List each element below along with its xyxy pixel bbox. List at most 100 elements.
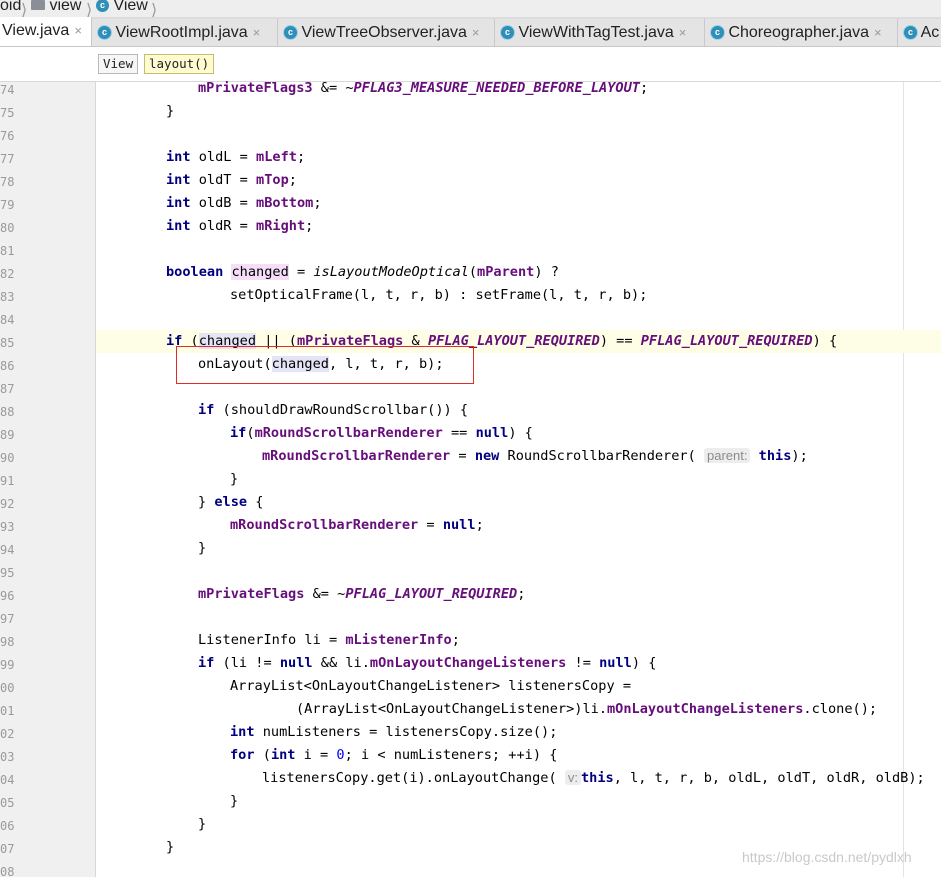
code-line-75: } (166, 103, 175, 119)
chevron-right-icon: ⟩ (151, 2, 158, 17)
tab-view-java[interactable]: View.java × (0, 17, 92, 46)
watermark: https://blog.csdn.net/pydlxh (742, 849, 912, 865)
chevron-right-icon: ⟩ (21, 2, 28, 17)
code-line-106: } (198, 816, 207, 832)
breadcrumb-label: View (113, 0, 148, 14)
class-icon: c (284, 26, 297, 40)
code-line-91: } (230, 471, 239, 487)
close-icon[interactable]: × (74, 23, 82, 38)
code-line-93: mRoundScrollbarRenderer = null; (230, 517, 484, 533)
breadcrumb-item-package[interactable]: oid (0, 0, 21, 15)
code-line-100: ArrayList<OnLayoutChangeListener> listen… (230, 678, 632, 694)
tab-label: View.java (2, 22, 70, 39)
code-line-96: mPrivateFlags &= ~PFLAG_LAYOUT_REQUIRED; (198, 586, 526, 602)
line-number: 75 (0, 106, 15, 120)
tab-label: Ac (920, 24, 940, 41)
class-icon: c (904, 26, 917, 40)
line-number: 81 (0, 244, 15, 258)
line-number: 92 (0, 497, 15, 511)
navigation-breadcrumb: oid ⟩ view ⟩ c View ⟩ (0, 0, 941, 17)
line-number: 94 (0, 543, 15, 557)
parameter-hint: v: (564, 770, 581, 785)
tab-label: Choreographer.java (728, 24, 869, 41)
tab-label: ViewTreeObserver.java (301, 24, 467, 41)
line-number: 05 (0, 796, 15, 810)
line-number: 04 (0, 773, 15, 787)
code-line-94: } (198, 540, 207, 556)
code-line-107: } (166, 839, 175, 855)
tab-viewrootimpl-java[interactable]: c ViewRootImpl.java × (92, 19, 278, 46)
code-line-103: for (int i = 0; i < numListeners; ++i) { (230, 747, 558, 763)
close-icon[interactable]: × (253, 25, 261, 40)
line-number: 80 (0, 221, 15, 235)
line-number: 03 (0, 750, 15, 764)
class-chip[interactable]: View (98, 54, 139, 74)
close-icon[interactable]: × (874, 25, 882, 40)
line-number: 79 (0, 198, 15, 212)
code-line-77: int oldL = mLeft; (166, 149, 306, 165)
line-number: 76 (0, 129, 15, 143)
code-line-99: if (li != null && li.mOnLayoutChangeList… (198, 655, 657, 671)
right-margin-guide (903, 82, 904, 877)
code-line-83: setOpticalFrame(l, t, r, b) : setFrame(l… (230, 287, 648, 303)
line-number: 01 (0, 704, 15, 718)
folder-icon (31, 0, 45, 10)
breadcrumb-label: view (49, 0, 82, 14)
close-icon[interactable]: × (472, 25, 480, 40)
tab-viewwithtagtest-java[interactable]: c ViewWithTagTest.java × (495, 19, 705, 46)
code-line-82: boolean changed = isLayoutModeOptical(mP… (166, 264, 559, 280)
line-number: 88 (0, 405, 15, 419)
code-line-89: if(mRoundScrollbarRenderer == null) { (230, 425, 533, 441)
editor-tab-bar: View.java × c ViewRootImpl.java × c ViewTr… (0, 17, 941, 47)
parameter-hint: parent: (703, 448, 751, 463)
code-line-102: int numListeners = listenersCopy.size(); (230, 724, 558, 740)
line-number: 96 (0, 589, 15, 603)
line-number: 06 (0, 819, 15, 833)
code-line-101: (ArrayList<OnLayoutChangeListener>)li.mO… (296, 701, 878, 717)
tab-choreographer-java[interactable]: c Choreographer.java × (705, 19, 898, 46)
line-number: 00 (0, 681, 15, 695)
line-number: 90 (0, 451, 15, 465)
line-number: 86 (0, 359, 15, 373)
line-number: 97 (0, 612, 15, 626)
method-chip[interactable]: layout() (144, 54, 215, 74)
line-number: 82 (0, 267, 15, 281)
line-number: 93 (0, 520, 15, 534)
code-line-74: mPrivateFlags3 &= ~PFLAG3_MEASURE_NEEDED… (198, 80, 649, 96)
tab-viewtreeobserver-java[interactable]: c ViewTreeObserver.java × (278, 19, 495, 46)
line-number: 98 (0, 635, 15, 649)
line-number: 89 (0, 428, 15, 442)
code-line-104: listenersCopy.get(i).onLayoutChange( v: t… (262, 770, 925, 786)
tab-label: ViewWithTagTest.java (518, 24, 674, 41)
line-number: 91 (0, 474, 15, 488)
code-line-88: if (shouldDrawRoundScrollbar()) { (198, 402, 469, 418)
code-line-80: int oldR = mRight; (166, 218, 314, 234)
structure-path-bar: View layout() (0, 47, 941, 82)
line-number: 77 (0, 152, 15, 166)
line-number: 83 (0, 290, 15, 304)
line-number: 99 (0, 658, 15, 672)
close-icon[interactable]: × (679, 25, 687, 40)
line-number: 95 (0, 566, 15, 580)
line-number: 78 (0, 175, 15, 189)
line-number: 87 (0, 382, 15, 396)
class-icon: c (96, 0, 109, 13)
class-icon: c (711, 26, 724, 40)
code-line-98: ListenerInfo li = mListenerInfo; (198, 632, 460, 648)
tab-label: ViewRootImpl.java (115, 24, 248, 41)
code-line-92: } else { (198, 494, 264, 510)
line-number: 02 (0, 727, 15, 741)
breadcrumb-item-view-class[interactable]: c View (96, 0, 148, 15)
breadcrumb-item-view-package[interactable]: view (31, 0, 81, 15)
tab-partial[interactable]: c Ac (898, 19, 941, 46)
code-line-78: int oldT = mTop; (166, 172, 297, 188)
line-number: 85 (0, 336, 15, 350)
code-line-79: int oldB = mBottom; (166, 195, 322, 211)
code-line-90: mRoundScrollbarRenderer = new RoundScrol… (262, 448, 808, 464)
chevron-right-icon: ⟩ (86, 2, 93, 17)
class-icon: c (98, 26, 111, 40)
line-number: 74 (0, 83, 15, 97)
line-number: 84 (0, 313, 15, 327)
annotation-highlight-box (176, 346, 474, 384)
line-number: 07 (0, 842, 15, 856)
